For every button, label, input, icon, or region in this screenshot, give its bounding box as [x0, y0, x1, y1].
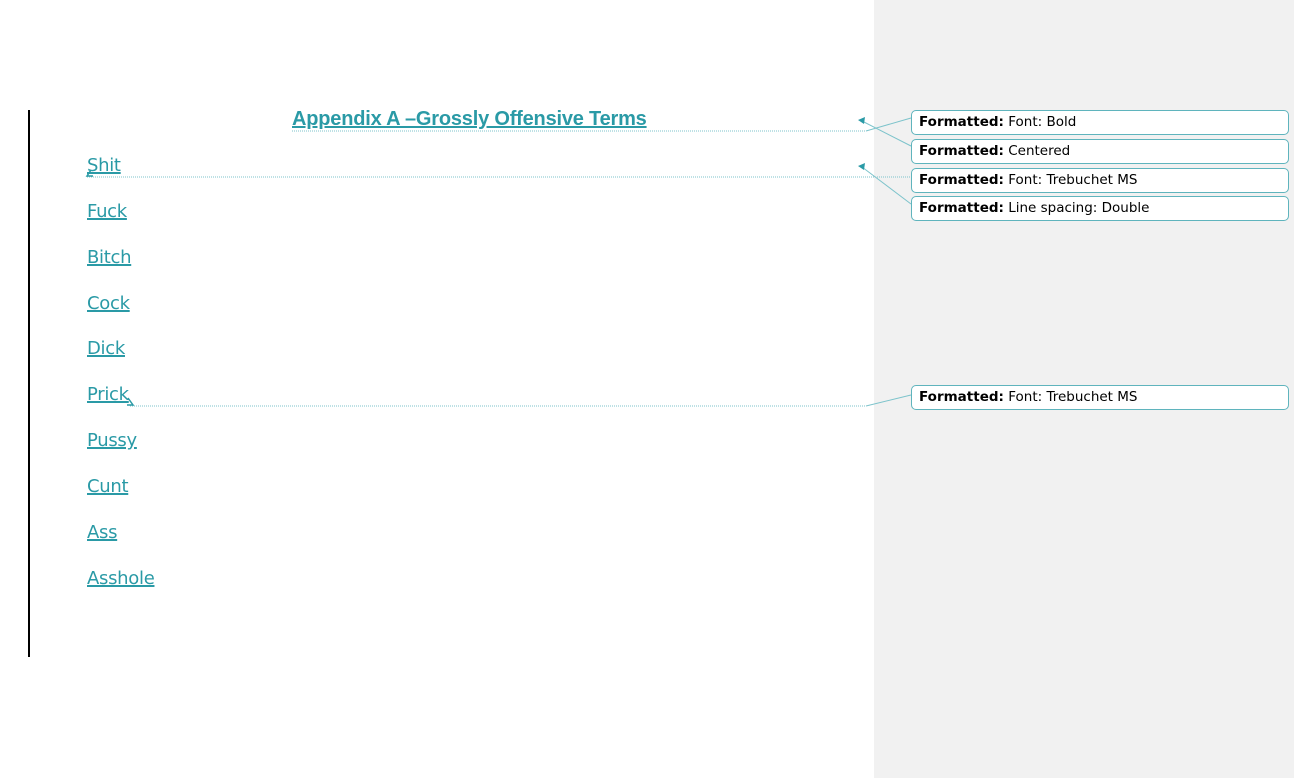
- term-item[interactable]: Bitch: [87, 247, 132, 268]
- comment-balloon-line-spacing[interactable]: Formatted: Line spacing: Double: [911, 196, 1289, 221]
- comment-balloon-centered[interactable]: Formatted: Centered: [911, 139, 1289, 164]
- balloon-label: Formatted:: [919, 172, 1004, 188]
- balloon-label: Formatted:: [919, 200, 1004, 216]
- comment-balloon-font-trebuchet[interactable]: Formatted: Font: Trebuchet MS: [911, 168, 1289, 193]
- term-item[interactable]: Ass: [87, 522, 117, 543]
- balloon-text: Line spacing: Double: [1003, 200, 1150, 216]
- balloon-text: Centered: [1003, 143, 1071, 159]
- term-item[interactable]: Prick: [87, 384, 129, 405]
- change-bar: [28, 110, 30, 657]
- term-item[interactable]: Cunt: [87, 476, 129, 497]
- appendix-title[interactable]: Appendix A –Grossly Offensive Terms: [292, 108, 647, 131]
- term-item[interactable]: Asshole: [87, 568, 155, 589]
- comment-balloon-font-trebuchet-2[interactable]: Formatted: Font: Trebuchet MS: [911, 385, 1289, 410]
- term-item[interactable]: Shit: [87, 155, 121, 176]
- term-item[interactable]: Pussy: [87, 430, 137, 451]
- balloon-text: Font: Trebuchet MS: [1003, 389, 1138, 405]
- term-item[interactable]: Fuck: [87, 201, 127, 222]
- balloon-label: Formatted:: [919, 143, 1004, 159]
- balloon-text: Font: Bold: [1003, 114, 1077, 130]
- term-item[interactable]: Dick: [87, 338, 125, 359]
- comment-balloon-font-bold[interactable]: Formatted: Font: Bold: [911, 110, 1289, 135]
- balloon-text: Font: Trebuchet MS: [1003, 172, 1138, 188]
- balloon-label: Formatted:: [919, 114, 1004, 130]
- balloon-label: Formatted:: [919, 389, 1004, 405]
- term-item[interactable]: Cock: [87, 293, 130, 314]
